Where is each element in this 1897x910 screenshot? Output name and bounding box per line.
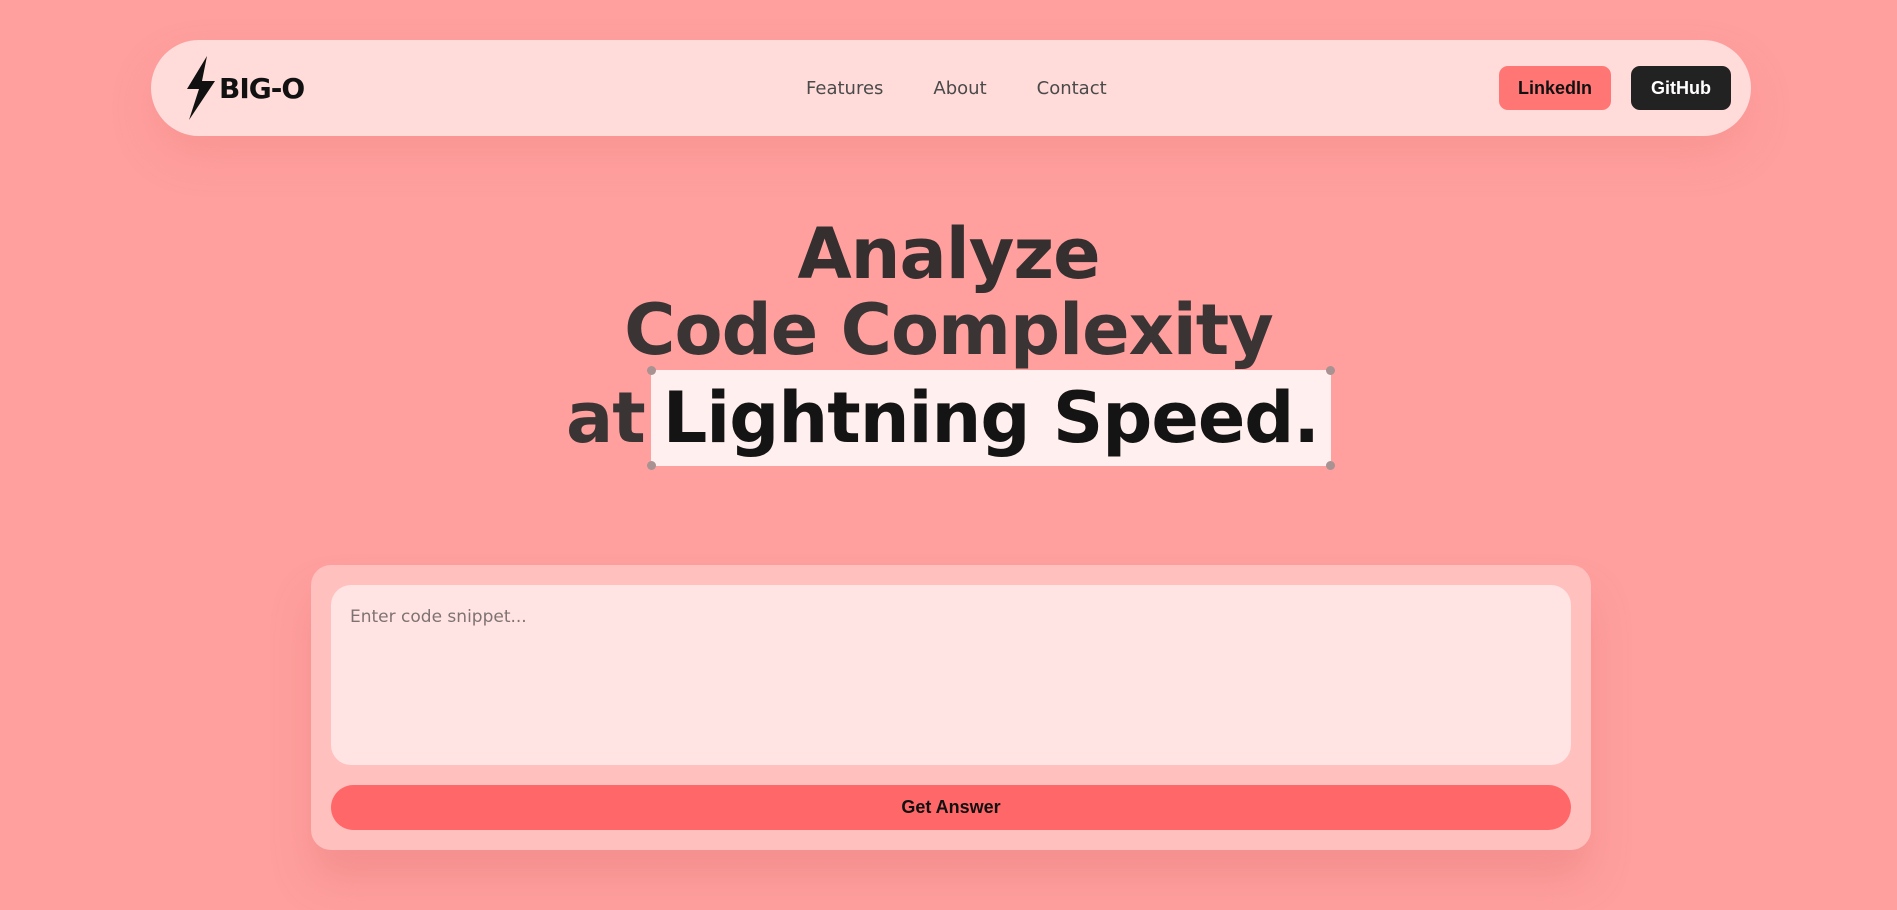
nav-links: Features About Contact: [806, 40, 1107, 136]
hero-line-analyze: Analyze: [797, 213, 1100, 295]
hero-heading: Analyze Code Complexity at Lightning Spee…: [0, 213, 1897, 470]
selection-handle: [1326, 366, 1336, 375]
get-answer-button[interactable]: Get Answer: [331, 785, 1571, 830]
hero-line-prefix: at: [565, 377, 646, 459]
analyzer-card: Get Answer: [311, 565, 1591, 850]
github-button[interactable]: GitHub: [1631, 66, 1731, 110]
nav-link-features[interactable]: Features: [806, 78, 883, 99]
nav-link-contact[interactable]: Contact: [1037, 78, 1107, 99]
navbar: BIG-O Features About Contact LinkedIn Gi…: [151, 40, 1751, 136]
logo-text: BIG-O: [219, 71, 305, 105]
lightning-bolt-icon: [187, 56, 215, 120]
selection-handle: [646, 366, 656, 375]
hero-line-lightning: at Lightning Speed.: [0, 366, 1897, 470]
nav-link-about[interactable]: About: [933, 78, 986, 99]
logo[interactable]: BIG-O: [181, 56, 305, 120]
hero-highlight: Lightning Speed.: [646, 366, 1336, 470]
linkedin-button[interactable]: LinkedIn: [1499, 66, 1611, 110]
selection-handle: [1326, 461, 1336, 470]
selection-handle: [646, 461, 656, 470]
code-snippet-input[interactable]: [331, 585, 1571, 765]
hero-highlight-text: Lightning Speed.: [662, 377, 1320, 459]
hero-line-code-complexity: Code Complexity: [624, 289, 1274, 371]
